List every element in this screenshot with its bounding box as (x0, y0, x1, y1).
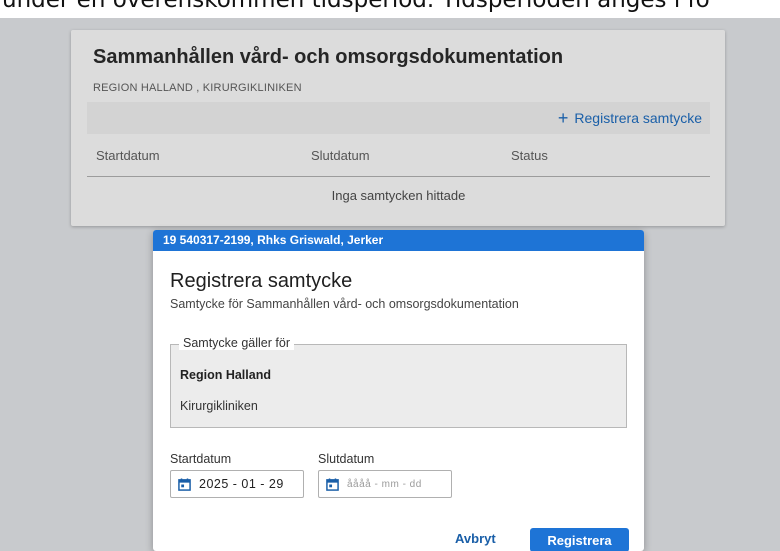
dialog-title: Registrera samtycke (170, 270, 353, 292)
card-action-bar: + Registrera samtycke (87, 102, 710, 134)
consent-scope-fieldset: Samtycke gäller för Region Halland Kirur… (170, 336, 627, 428)
column-header-end: Slutdatum (311, 148, 370, 163)
register-button[interactable]: Registrera (530, 528, 629, 551)
scope-legend: Samtycke gäller för (179, 336, 294, 350)
start-date-value: 2025 - 01 - 29 (199, 477, 284, 491)
calendar-icon (326, 477, 339, 491)
end-date-placeholder: åååå - mm - dd (347, 478, 422, 490)
scope-region: Region Halland (180, 368, 271, 382)
register-consent-label: Registrera samtycke (574, 110, 702, 126)
card-title: Sammanhållen vård- och omsorgsdokumentat… (93, 46, 564, 68)
end-date-input[interactable]: åååå - mm - dd (318, 470, 452, 498)
modal-backdrop: Sammanhållen vård- och omsorgsdokumentat… (0, 18, 780, 551)
card-subtitle: REGION HALLAND , KIRURGIKLINIKEN (93, 82, 302, 94)
empty-message: Inga samtycken hittade (331, 188, 466, 203)
overlay-text-strip: under en överenskommen tidsperiod. Tidsp… (0, 0, 780, 18)
end-date-label: Slutdatum (318, 452, 375, 466)
patient-header: 19 540317-2199, Rhks Griswald, Jerker (153, 230, 644, 251)
start-date-input[interactable]: 2025 - 01 - 29 (170, 470, 304, 498)
calendar-icon (178, 477, 191, 491)
cancel-button[interactable]: Avbryt (455, 531, 496, 546)
dialog-subtitle: Samtycke för Sammanhållen vård- och omso… (170, 297, 519, 311)
register-consent-link[interactable]: + Registrera samtycke (557, 108, 702, 128)
overlay-text: under en överenskommen tidsperiod. Tidsp… (2, 0, 710, 13)
start-date-label: Startdatum (170, 452, 232, 466)
consent-card: Sammanhållen vård- och omsorgsdokumentat… (71, 30, 725, 226)
column-header-status: Status (511, 148, 548, 163)
register-consent-dialog: 19 540317-2199, Rhks Griswald, Jerker Re… (153, 230, 644, 551)
scope-clinic: Kirurgikliniken (180, 399, 258, 413)
column-header-start: Startdatum (96, 148, 160, 163)
table-header: Startdatum Slutdatum Status (87, 148, 710, 177)
plus-icon: + (557, 108, 569, 128)
